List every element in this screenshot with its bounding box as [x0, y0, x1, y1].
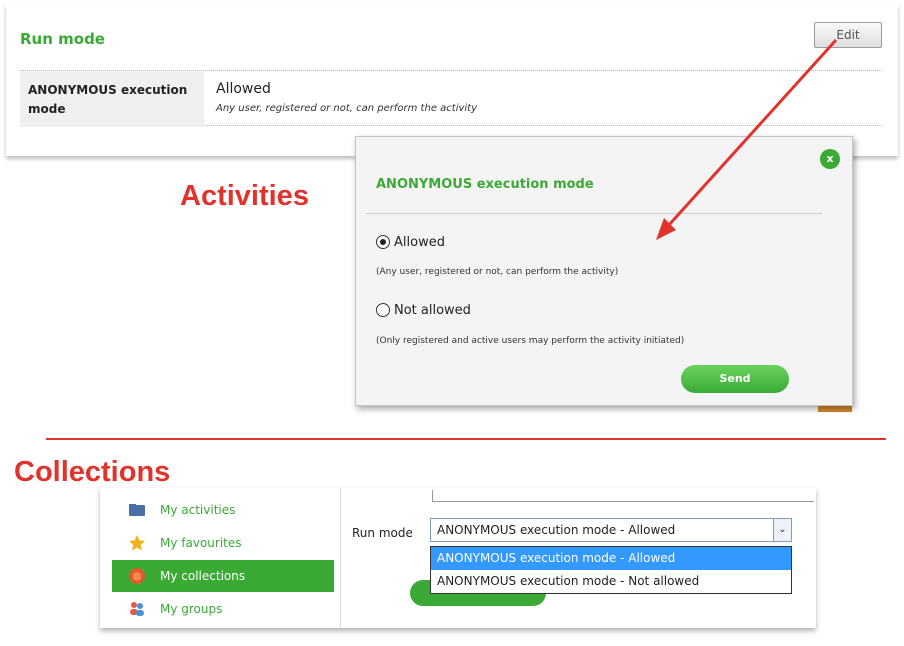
folder-icon — [128, 501, 146, 519]
run-mode-row: ANONYMOUS execution mode Allowed Any use… — [20, 70, 882, 127]
radio-not-allowed-description: (Only registered and active users may pe… — [376, 336, 685, 346]
send-button[interactable]: Send — [681, 365, 789, 393]
collections-panel: My activities My favourites My collectio… — [100, 488, 816, 628]
radio-not-allowed-input[interactable] — [376, 303, 390, 317]
users-icon — [128, 600, 146, 618]
run-mode-dropdown-list: ANONYMOUS execution mode - Allowed ANONY… — [430, 546, 792, 594]
sidebar-item-label: My collections — [160, 569, 246, 583]
execution-mode-dialog: x ANONYMOUS execution mode Allowed (Any … — [355, 136, 853, 406]
previous-field-edge — [432, 490, 814, 502]
section-divider — [46, 438, 886, 440]
radio-not-allowed[interactable]: Not allowed — [376, 301, 471, 319]
run-mode-select-value: ANONYMOUS execution mode - Allowed — [437, 523, 676, 537]
sidebar-item-my-activities[interactable]: My activities — [112, 494, 334, 526]
box-icon — [128, 567, 146, 585]
sidebar-item-label: My groups — [160, 602, 223, 616]
activities-heading: Activities — [180, 180, 309, 212]
dialog-title: ANONYMOUS execution mode — [376, 177, 594, 192]
sidebar-item-my-collections[interactable]: My collections — [112, 560, 334, 592]
edit-button[interactable]: Edit — [814, 22, 882, 48]
run-mode-row-label: ANONYMOUS execution mode — [20, 71, 204, 127]
run-mode-row-value: Allowed — [216, 81, 271, 97]
radio-allowed-description: (Any user, registered or not, can perfor… — [376, 267, 619, 277]
run-mode-title: Run mode — [20, 30, 105, 48]
chevron-down-icon[interactable]: ⌄ — [773, 519, 791, 541]
sidebar-item-my-favourites[interactable]: My favourites — [112, 527, 334, 559]
run-mode-row-description: Any user, registered or not, can perform… — [216, 103, 478, 114]
sidebar-item-label: My favourites — [160, 536, 242, 550]
close-icon[interactable]: x — [820, 149, 840, 169]
panel-divider — [340, 488, 341, 628]
radio-allowed-label: Allowed — [394, 234, 445, 250]
dropdown-option-not-allowed[interactable]: ANONYMOUS execution mode - Not allowed — [431, 570, 791, 593]
run-mode-label: Run mode — [352, 526, 413, 540]
run-mode-select[interactable]: ANONYMOUS execution mode - Allowed ⌄ — [430, 518, 792, 542]
radio-allowed-input[interactable] — [376, 235, 390, 249]
sidebar-item-my-groups[interactable]: My groups — [112, 593, 334, 625]
radio-allowed[interactable]: Allowed — [376, 233, 445, 251]
dropdown-option-allowed[interactable]: ANONYMOUS execution mode - Allowed — [431, 547, 791, 570]
radio-not-allowed-label: Not allowed — [394, 302, 471, 318]
sidebar-item-label: My activities — [160, 503, 236, 517]
collections-heading: Collections — [14, 456, 171, 488]
run-mode-panel: Run mode Edit ANONYMOUS execution mode A… — [6, 4, 898, 156]
star-icon — [128, 534, 146, 552]
dialog-divider — [366, 213, 822, 214]
